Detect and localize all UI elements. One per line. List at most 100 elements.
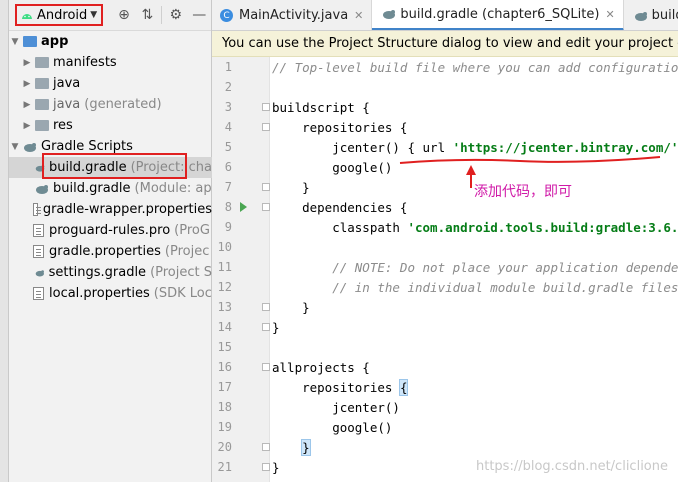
gear-icon[interactable]: ⚙ bbox=[164, 7, 187, 23]
code-comment: // Top-level build file where you can ad… bbox=[272, 59, 678, 75]
tree-item-build-gradle-module[interactable]: build.gradle (Module: ap bbox=[9, 178, 212, 199]
tree-item-label: app bbox=[41, 34, 69, 49]
code-text: dependencies { bbox=[272, 199, 408, 215]
code-line: google() bbox=[270, 157, 392, 177]
tab-build-gradle-project[interactable]: build.gradle (chapter6_SQLite) ✕ bbox=[372, 0, 624, 30]
code-line: jcenter() { url 'https://jcenter.bintray… bbox=[270, 137, 678, 157]
code-text: jcenter() bbox=[272, 399, 400, 415]
minimize-icon[interactable]: — bbox=[188, 7, 211, 23]
code-text: jcenter() { url bbox=[272, 139, 453, 155]
toolbar-divider bbox=[161, 6, 163, 24]
line-number: 7 bbox=[224, 180, 232, 194]
matched-brace: { bbox=[398, 378, 409, 396]
line-number: 2 bbox=[224, 80, 232, 94]
code-line: dependencies { bbox=[270, 197, 407, 217]
tree-item-manifests[interactable]: ▶ manifests bbox=[9, 52, 212, 73]
tree-item-suffix: (ProG bbox=[174, 223, 210, 238]
line-number: 20 bbox=[217, 440, 232, 454]
tree-item-suffix: (generated) bbox=[84, 97, 162, 112]
tree-item-res[interactable]: ▶ res bbox=[9, 115, 212, 136]
tree-item-java-generated[interactable]: ▶ java (generated) bbox=[9, 94, 212, 115]
code-line: } bbox=[270, 437, 311, 457]
gradle-icon bbox=[634, 11, 647, 21]
code-text: repositories { bbox=[272, 119, 408, 135]
tree-item-label: java bbox=[53, 97, 81, 112]
code-text: repositories bbox=[272, 379, 400, 395]
gradle-icon bbox=[36, 184, 48, 194]
line-number: 8 bbox=[224, 200, 232, 214]
fold-marker-icon[interactable] bbox=[262, 363, 270, 371]
project-panel: Android ▼ ⊕ ⇅ ⚙ — ▼ app ▶ manifests ▶ ja… bbox=[9, 0, 212, 482]
code-line: } bbox=[270, 317, 280, 337]
line-number: 9 bbox=[224, 220, 232, 234]
project-view-selector[interactable]: Android ▼ bbox=[15, 4, 104, 26]
tree-item-label: gradle.properties bbox=[49, 244, 161, 259]
line-number: 10 bbox=[217, 240, 232, 254]
code-line: repositories { bbox=[270, 377, 409, 397]
folder-icon bbox=[35, 78, 49, 89]
line-number: 18 bbox=[217, 400, 232, 414]
code-editor[interactable]: // Top-level build file where you can ad… bbox=[270, 57, 678, 482]
editor-tabs: C MainActivity.java ✕ build.gradle (chap… bbox=[212, 0, 678, 31]
chevron-right-icon[interactable]: ▶ bbox=[21, 58, 33, 68]
chevron-down-icon[interactable]: ▼ bbox=[9, 142, 21, 152]
chevron-right-icon[interactable]: ▶ bbox=[21, 79, 33, 89]
code-comment: // in the individual module build.gradle… bbox=[272, 279, 678, 295]
tree-item-java[interactable]: ▶ java bbox=[9, 73, 212, 94]
fold-marker-icon[interactable] bbox=[262, 183, 270, 191]
folder-icon bbox=[35, 57, 49, 68]
code-comment: // NOTE: Do not place your application d… bbox=[272, 259, 678, 275]
tab-build-gradle-module[interactable]: build.gradle bbox=[624, 0, 678, 30]
fold-marker-icon[interactable] bbox=[262, 303, 270, 311]
code-line: jcenter() bbox=[270, 397, 400, 417]
line-number: 17 bbox=[217, 380, 232, 394]
project-structure-notice: You can use the Project Structure dialog… bbox=[212, 31, 678, 57]
line-number: 3 bbox=[224, 100, 232, 114]
line-number: 14 bbox=[217, 320, 232, 334]
tree-item-suffix: (Project S bbox=[150, 265, 212, 280]
close-icon[interactable]: ✕ bbox=[354, 9, 363, 22]
tree-item-local-properties[interactable]: local.properties (SDK Loc bbox=[9, 283, 212, 304]
fold-marker-icon[interactable] bbox=[262, 123, 270, 131]
tree-item-suffix: (Projec bbox=[164, 244, 210, 259]
code-line: google() bbox=[270, 417, 392, 437]
tree-item-settings-gradle[interactable]: settings.gradle (Project S bbox=[9, 262, 212, 283]
chevron-right-icon[interactable]: ▶ bbox=[21, 100, 33, 110]
fold-marker-icon[interactable] bbox=[262, 463, 270, 471]
annotation-text: 添加代码，即可 bbox=[474, 184, 572, 200]
fold-marker-icon[interactable] bbox=[262, 203, 270, 211]
tree-item-gradle-wrapper[interactable]: gradle-wrapper.properties bbox=[9, 199, 212, 220]
tab-main-activity[interactable]: C MainActivity.java ✕ bbox=[212, 0, 373, 30]
chevron-down-icon[interactable]: ▼ bbox=[9, 37, 21, 47]
close-icon[interactable]: ✕ bbox=[605, 8, 614, 21]
line-number: 1 bbox=[224, 60, 232, 74]
fold-marker-icon[interactable] bbox=[262, 323, 270, 331]
folder-icon bbox=[35, 99, 49, 110]
line-number: 4 bbox=[224, 120, 232, 134]
folder-icon bbox=[23, 36, 37, 47]
tool-window-strip[interactable] bbox=[0, 0, 9, 482]
tree-item-label: java bbox=[53, 76, 81, 91]
tree-item-proguard[interactable]: proguard-rules.pro (ProG bbox=[9, 220, 212, 241]
code-text: google() bbox=[272, 419, 393, 435]
tab-label: MainActivity.java bbox=[239, 8, 349, 23]
run-gutter-icon[interactable] bbox=[240, 202, 247, 212]
tab-label: build.gradle (chapter6_SQLite) bbox=[400, 6, 600, 22]
tab-label: build.gradle bbox=[651, 8, 678, 23]
text-file-icon bbox=[33, 224, 44, 237]
tree-item-gradle-properties[interactable]: gradle.properties (Projec bbox=[9, 241, 212, 262]
class-icon: C bbox=[220, 9, 233, 22]
chevron-right-icon[interactable]: ▶ bbox=[21, 121, 33, 131]
line-number: 11 bbox=[217, 260, 232, 274]
code-text: } bbox=[272, 319, 280, 335]
android-icon bbox=[22, 14, 32, 19]
gradle-icon bbox=[383, 10, 396, 19]
crosshair-icon[interactable]: ⊕ bbox=[112, 7, 135, 23]
fold-marker-icon[interactable] bbox=[262, 443, 270, 451]
highlight-box bbox=[42, 153, 187, 179]
fold-marker-icon[interactable] bbox=[262, 103, 270, 111]
collapse-all-icon[interactable]: ⇅ bbox=[136, 7, 159, 23]
code-text: } bbox=[272, 459, 280, 475]
tree-item-app[interactable]: ▼ app bbox=[9, 31, 212, 52]
